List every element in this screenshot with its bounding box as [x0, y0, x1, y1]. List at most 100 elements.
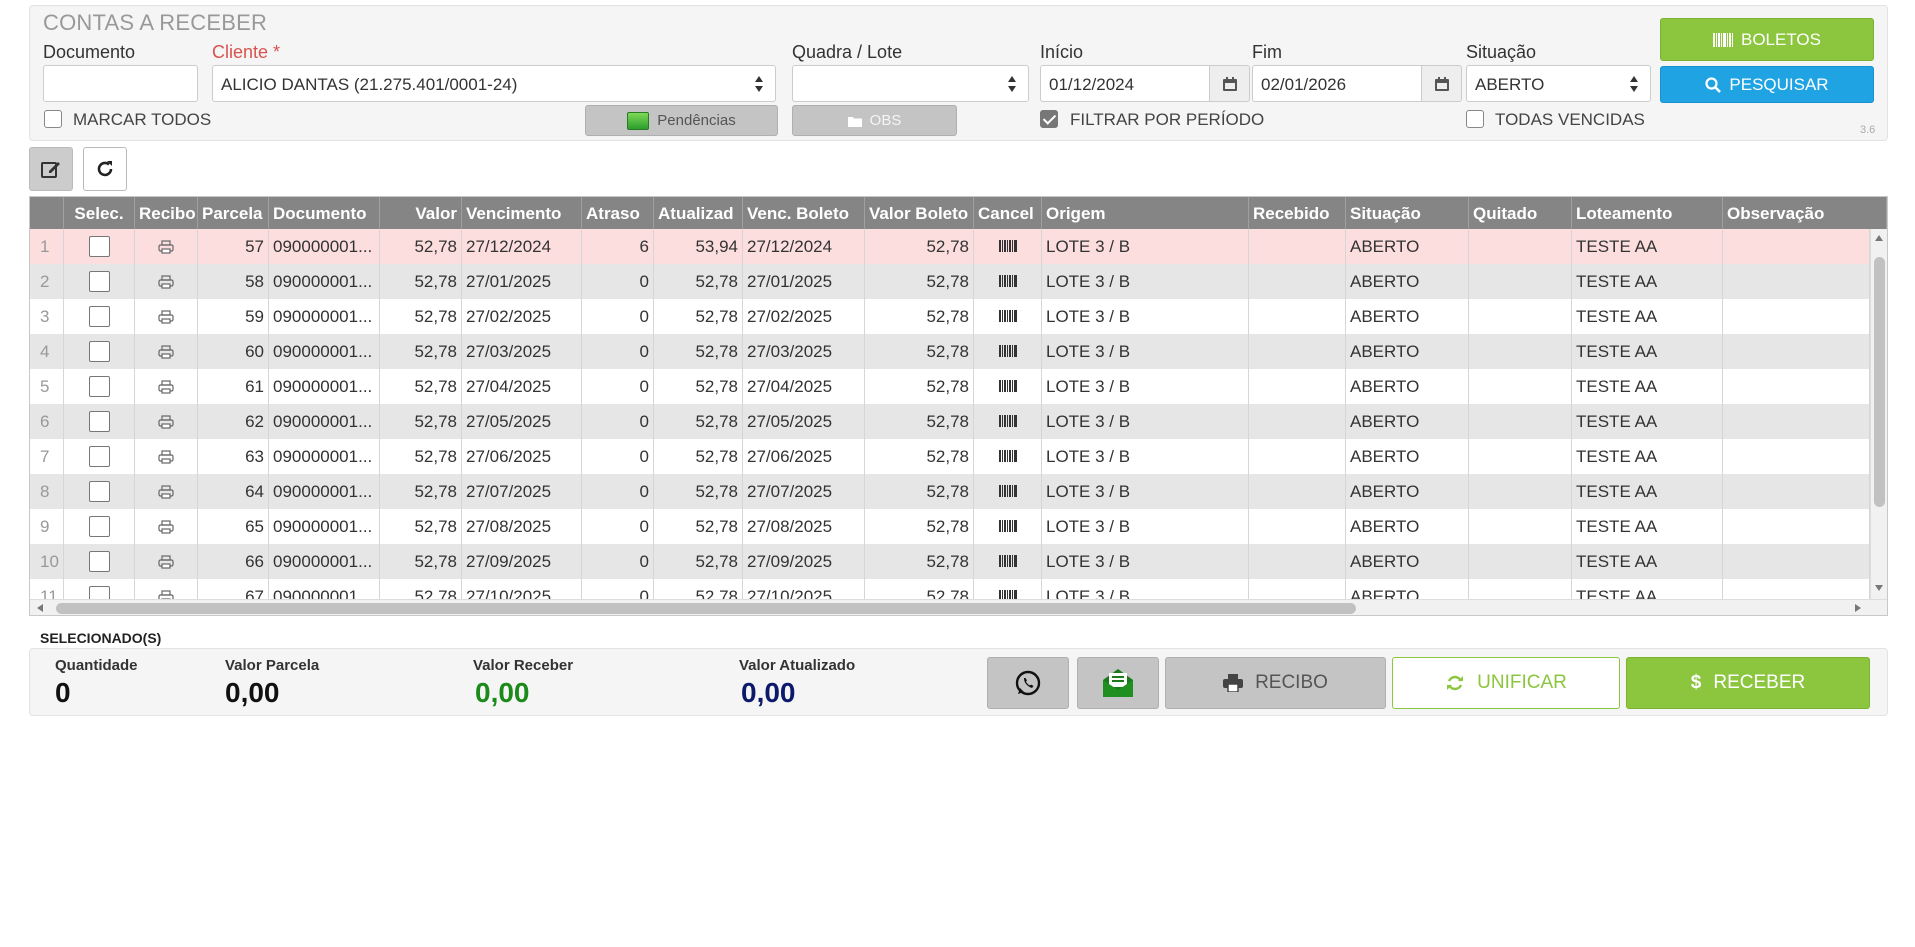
horizontal-scroll-thumb[interactable] — [56, 603, 1356, 614]
select-cell[interactable] — [64, 264, 135, 299]
cancel-cell[interactable] — [974, 439, 1042, 474]
header-atraso[interactable]: Atraso — [582, 197, 654, 229]
recibo-cell[interactable] — [135, 334, 198, 369]
printer-icon[interactable] — [158, 380, 174, 394]
inicio-calendar-button[interactable] — [1210, 65, 1250, 102]
inicio-date-input[interactable]: 01/12/2024 — [1040, 65, 1210, 102]
refresh-button[interactable] — [83, 147, 127, 191]
scroll-right-icon[interactable] — [1855, 604, 1861, 612]
fim-calendar-button[interactable] — [1422, 65, 1462, 102]
email-button[interactable] — [1077, 657, 1159, 709]
printer-icon[interactable] — [158, 520, 174, 534]
cancel-cell[interactable] — [974, 369, 1042, 404]
recibo-cell[interactable] — [135, 474, 198, 509]
fim-date-input[interactable]: 02/01/2026 — [1252, 65, 1422, 102]
header-parcela[interactable]: Parcela — [198, 197, 269, 229]
header-cancel[interactable]: Cancel — [974, 197, 1042, 229]
cliente-select[interactable]: ALICIO DANTAS (21.275.401/0001-24) — [212, 65, 776, 102]
row-select-checkbox[interactable] — [89, 411, 110, 432]
cancel-cell[interactable] — [974, 299, 1042, 334]
vertical-scrollbar[interactable] — [1870, 229, 1887, 599]
header-venc-boleto[interactable]: Venc. Boleto — [743, 197, 865, 229]
header-atualizado[interactable]: Atualizad — [654, 197, 743, 229]
cancel-cell[interactable] — [974, 334, 1042, 369]
whatsapp-button[interactable] — [987, 657, 1069, 709]
header-observacao[interactable]: Observação — [1723, 197, 1887, 229]
header-selec[interactable]: Selec. — [64, 197, 135, 229]
barcode-icon[interactable] — [998, 275, 1017, 287]
receber-button[interactable]: $ RECEBER — [1626, 657, 1870, 709]
barcode-icon[interactable] — [998, 450, 1017, 462]
printer-icon[interactable] — [158, 310, 174, 324]
marcar-todos-checkbox[interactable] — [44, 110, 62, 128]
select-cell[interactable] — [64, 509, 135, 544]
barcode-icon[interactable] — [998, 240, 1017, 252]
documento-input[interactable] — [43, 65, 198, 102]
cancel-cell[interactable] — [974, 474, 1042, 509]
barcode-icon[interactable] — [998, 345, 1017, 357]
barcode-icon[interactable] — [998, 485, 1017, 497]
printer-icon[interactable] — [158, 485, 174, 499]
table-row[interactable]: 8 64 090000001... 52,78 27/07/2025 0 52,78 27/0… — [30, 474, 1870, 509]
table-row[interactable]: 2 58 090000001... 52,78 27/01/2025 0 52,78 27/0… — [30, 264, 1870, 299]
recibo-cell[interactable] — [135, 299, 198, 334]
printer-icon[interactable] — [158, 345, 174, 359]
cancel-cell[interactable] — [974, 229, 1042, 264]
recibo-cell[interactable] — [135, 404, 198, 439]
printer-icon[interactable] — [158, 415, 174, 429]
barcode-icon[interactable] — [998, 380, 1017, 392]
table-row[interactable]: 7 63 090000001... 52,78 27/06/2025 0 52,78 27/0… — [30, 439, 1870, 474]
quadra-lote-select[interactable] — [792, 65, 1029, 102]
recibo-cell[interactable] — [135, 264, 198, 299]
header-loteamento[interactable]: Loteamento — [1572, 197, 1723, 229]
printer-icon[interactable] — [158, 240, 174, 254]
pesquisar-button[interactable]: PESQUISAR — [1660, 66, 1874, 103]
scroll-up-icon[interactable] — [1875, 235, 1883, 241]
cancel-cell[interactable] — [974, 404, 1042, 439]
cancel-cell[interactable] — [974, 264, 1042, 299]
select-cell[interactable] — [64, 334, 135, 369]
row-select-checkbox[interactable] — [89, 236, 110, 257]
cancel-cell[interactable] — [974, 544, 1042, 579]
row-select-checkbox[interactable] — [89, 551, 110, 572]
barcode-icon[interactable] — [998, 555, 1017, 567]
scroll-down-icon[interactable] — [1875, 585, 1883, 591]
situacao-select[interactable]: ABERTO — [1466, 65, 1651, 102]
select-cell[interactable] — [64, 474, 135, 509]
recibo-cell[interactable] — [135, 544, 198, 579]
table-row[interactable]: 4 60 090000001... 52,78 27/03/2025 0 52,78 27/0… — [30, 334, 1870, 369]
header-recibo[interactable]: Recibo — [135, 197, 198, 229]
table-row[interactable]: 3 59 090000001... 52,78 27/02/2025 0 52,78 27/0… — [30, 299, 1870, 334]
unificar-button[interactable]: UNIFICAR — [1392, 657, 1620, 709]
printer-icon[interactable] — [158, 555, 174, 569]
barcode-icon[interactable] — [998, 520, 1017, 532]
header-valor-boleto[interactable]: Valor Boleto — [865, 197, 974, 229]
barcode-icon[interactable] — [998, 310, 1017, 322]
printer-icon[interactable] — [158, 275, 174, 289]
edit-button[interactable] — [29, 147, 73, 191]
row-select-checkbox[interactable] — [89, 271, 110, 292]
header-documento[interactable]: Documento — [269, 197, 380, 229]
table-row[interactable]: 6 62 090000001... 52,78 27/05/2025 0 52,78 27/0… — [30, 404, 1870, 439]
pendencias-button[interactable]: Pendências — [585, 105, 778, 136]
table-row[interactable]: 10 66 090000001... 52,78 27/09/2025 0 52,78 27/… — [30, 544, 1870, 579]
recibo-cell[interactable] — [135, 509, 198, 544]
select-cell[interactable] — [64, 299, 135, 334]
scroll-left-icon[interactable] — [37, 604, 43, 612]
table-row[interactable]: 1 57 090000001... 52,78 27/12/2024 6 53,94 27/1… — [30, 229, 1870, 264]
header-quitado[interactable]: Quitado — [1469, 197, 1572, 229]
row-select-checkbox[interactable] — [89, 376, 110, 397]
select-cell[interactable] — [64, 439, 135, 474]
obs-button[interactable]: OBS — [792, 105, 957, 136]
row-select-checkbox[interactable] — [89, 341, 110, 362]
recibo-cell[interactable] — [135, 439, 198, 474]
row-select-checkbox[interactable] — [89, 446, 110, 467]
header-recebido[interactable]: Recebido — [1249, 197, 1346, 229]
header-situacao[interactable]: Situação — [1346, 197, 1469, 229]
table-row[interactable]: 9 65 090000001... 52,78 27/08/2025 0 52,78 27/0… — [30, 509, 1870, 544]
barcode-icon[interactable] — [998, 415, 1017, 427]
cancel-cell[interactable] — [974, 509, 1042, 544]
filtrar-periodo-checkbox[interactable] — [1040, 110, 1058, 128]
select-cell[interactable] — [64, 404, 135, 439]
row-select-checkbox[interactable] — [89, 516, 110, 537]
